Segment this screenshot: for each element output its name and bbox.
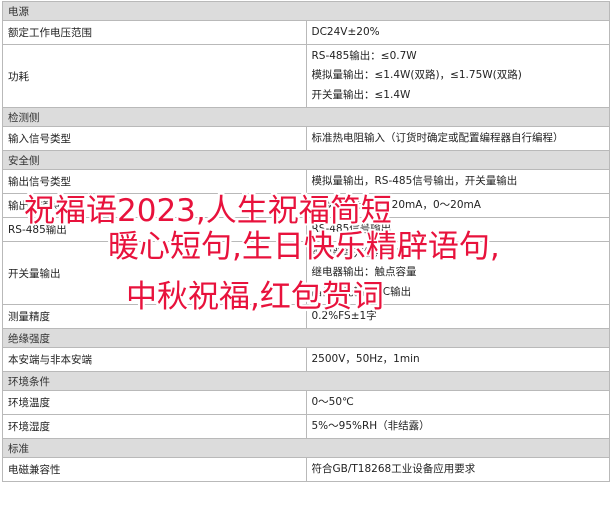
spec-label: RS-485输出 (2, 217, 307, 242)
spec-value: 继电器输出：触点容量 (311, 266, 417, 279)
spec-row: 额定工作电压范围 DC24V±20% (2, 20, 610, 45)
spec-label: 开关量输出 (2, 241, 307, 305)
spec-label: 环境湿度 (2, 414, 307, 439)
spec-table-body: 电源 额定工作电压范围 DC24V±20% 功耗 RS-485输出：≤0.7W 模拟量输出… (2, 1, 610, 482)
spec-row: 本安端与非本安端 2500V，50Hz，1min (2, 347, 610, 372)
section-header: 电源 (2, 1, 610, 21)
spec-value: 2500V，50Hz，1min (311, 352, 420, 365)
spec-value: 5%～95%RH（非结露） (311, 419, 430, 432)
spec-value: 模拟量输出：≤1.4W(双路)，≤1.75W(双路) (311, 69, 522, 82)
section-header-row: 电源 (2, 1, 610, 21)
spec-value-cell: 继电器常开触点输出 继电器输出：触点容量 晶体管光耦：OC输出 (305, 241, 610, 305)
spec-value: RS-485输出：≤0.7W (311, 49, 417, 62)
spec-row: 环境温度 0～50℃ (2, 390, 610, 415)
spec-value-cell: 2500V，50Hz，1min (305, 347, 610, 372)
section-header: 绝缘强度 (2, 328, 610, 348)
spec-label: 输入信号类型 (2, 126, 307, 151)
spec-row: 输入信号类型 标准热电阻输入（订货时确定或配置编程器自行编程） (2, 126, 610, 151)
section-header-row: 绝缘强度 (2, 328, 610, 348)
spec-row: 开关量输出 继电器常开触点输出 继电器输出：触点容量 晶体管光耦：OC输出 (2, 241, 610, 305)
spec-row: 电磁兼容性 符合GB/T18268工业设备应用要求 (2, 457, 610, 482)
spec-label: 输出通道特性 (2, 193, 307, 218)
spec-label: 测量精度 (2, 304, 307, 329)
spec-value-cell: DC24V±20% (305, 20, 610, 45)
spec-row: 环境湿度 5%～95%RH（非结露） (2, 414, 610, 439)
spec-value: 标准热电阻输入（订货时确定或配置编程器自行编程） (311, 131, 564, 144)
spec-value-cell: 5%～95%RH（非结露） (305, 414, 610, 439)
spec-row: 输出通道特性 模拟量输出：4～20mA，0～20mA (2, 193, 610, 218)
spec-value-cell: 标准热电阻输入（订货时确定或配置编程器自行编程） (305, 126, 610, 151)
spec-value: 符合GB/T18268工业设备应用要求 (311, 462, 476, 475)
spec-value: 0～50℃ (311, 395, 354, 408)
section-header: 标准 (2, 438, 610, 458)
spec-value-cell: 符合GB/T18268工业设备应用要求 (305, 457, 610, 482)
spec-value-cell: 模拟量输出，RS-485信号输出，开关量输出 (305, 169, 610, 194)
section-header-row: 标准 (2, 438, 610, 458)
spec-value: 模拟量输出：4～20mA，0～20mA (311, 198, 481, 211)
spec-label: 环境温度 (2, 390, 307, 415)
spec-value-cell: 0.2%FS±1字 (305, 304, 610, 329)
spec-value: RS-485信号输出 (311, 222, 392, 235)
spec-value: DC24V±20% (311, 25, 380, 38)
spec-value: 模拟量输出，RS-485信号输出，开关量输出 (311, 174, 518, 187)
spec-row: 测量精度 0.2%FS±1字 (2, 304, 610, 329)
spec-row: RS-485输出 RS-485信号输出 (2, 217, 610, 242)
spec-table: 电源 额定工作电压范围 DC24V±20% 功耗 RS-485输出：≤0.7W 模拟量输出… (2, 1, 610, 482)
spec-label: 电磁兼容性 (2, 457, 307, 482)
section-header-row: 检测侧 (2, 107, 610, 127)
spec-row: 功耗 RS-485输出：≤0.7W 模拟量输出：≤1.4W(双路)，≤1.75W(双… (2, 44, 610, 108)
spec-value: 继电器常开触点输出 (311, 246, 407, 259)
spec-label: 功耗 (2, 44, 307, 108)
section-header-row: 安全侧 (2, 150, 610, 170)
section-header: 检测侧 (2, 107, 610, 127)
section-header-row: 环境条件 (2, 371, 610, 391)
spec-row: 输出信号类型 模拟量输出，RS-485信号输出，开关量输出 (2, 169, 610, 194)
spec-value: 开关量输出：≤1.4W (311, 88, 411, 101)
spec-value-cell: 0～50℃ (305, 390, 610, 415)
section-header: 安全侧 (2, 150, 610, 170)
spec-label: 额定工作电压范围 (2, 20, 307, 45)
spec-value-cell: RS-485输出：≤0.7W 模拟量输出：≤1.4W(双路)，≤1.75W(双路)… (305, 44, 610, 108)
spec-value-cell: 模拟量输出：4～20mA，0～20mA (305, 193, 610, 218)
spec-value: 晶体管光耦：OC输出 (311, 285, 412, 298)
spec-value-cell: RS-485信号输出 (305, 217, 610, 242)
spec-label: 本安端与非本安端 (2, 347, 307, 372)
section-header: 环境条件 (2, 371, 610, 391)
spec-label: 输出信号类型 (2, 169, 307, 194)
spec-value: 0.2%FS±1字 (311, 309, 377, 322)
